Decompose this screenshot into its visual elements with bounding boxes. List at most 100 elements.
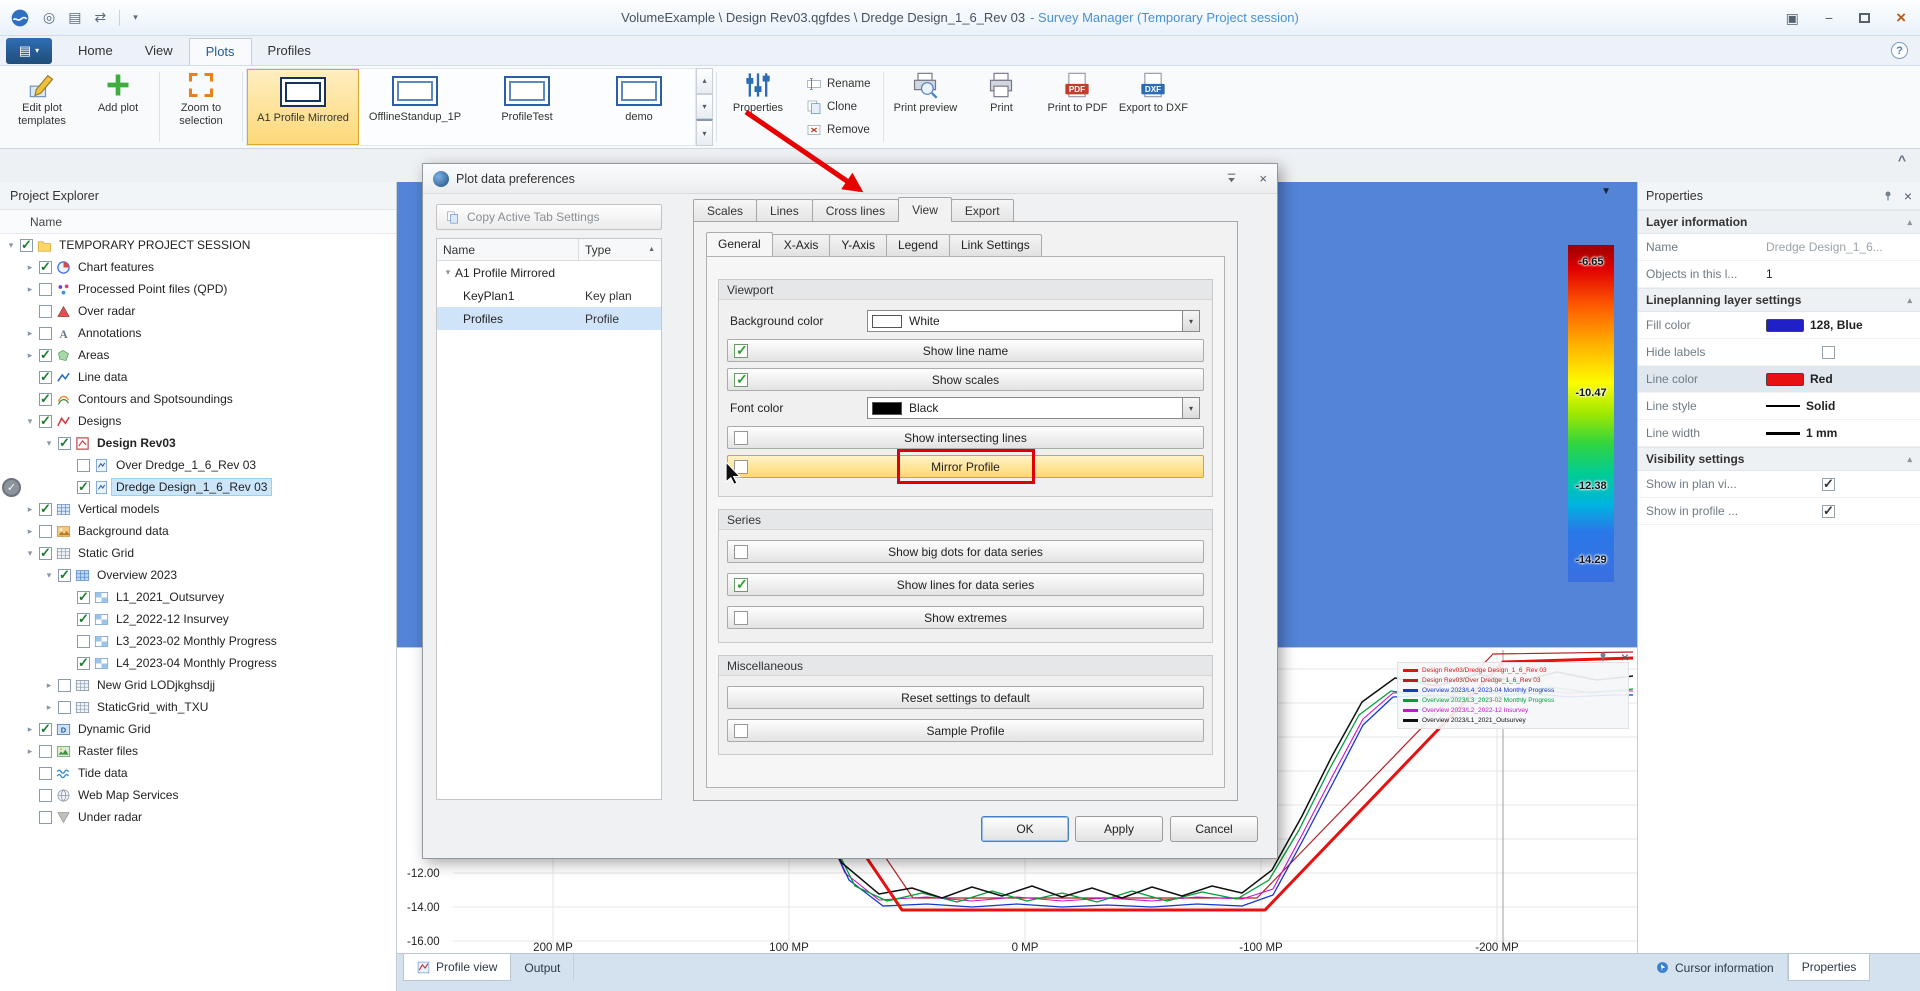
tree-checkbox[interactable] <box>39 503 52 516</box>
tree-item-tide-data[interactable]: Tide data <box>0 762 396 784</box>
swap-view-icon[interactable]: ⇄ <box>94 9 106 26</box>
tab-output[interactable]: Output <box>511 954 574 981</box>
tree-item-new-grid-lodjkghsdjj[interactable]: ▸New Grid LODjkghsdjj <box>0 674 396 696</box>
tree-checkbox[interactable] <box>39 305 52 318</box>
expand-icon[interactable]: ▸ <box>42 680 56 691</box>
tree-checkbox[interactable] <box>77 481 90 494</box>
ribbon-tab-view[interactable]: View <box>129 38 189 65</box>
expand-icon[interactable]: ▸ <box>23 350 37 361</box>
tree-item-l2-2022-12-insurvey[interactable]: L2_2022-12 Insurvey <box>0 608 396 630</box>
dialog-subtab-x-axis[interactable]: X-Axis <box>772 234 831 256</box>
tree-checkbox[interactable] <box>39 283 52 296</box>
tree-checkbox[interactable] <box>77 613 90 626</box>
ribbon-edit-plot-templates-button[interactable]: Edit plot templates <box>4 66 80 148</box>
ribbon-collapse-icon[interactable]: ^ <box>1898 152 1906 168</box>
checkbox-show-extremes[interactable] <box>734 611 748 625</box>
checkbox-show-line-name[interactable] <box>734 344 748 358</box>
dialog-subtab-link-settings[interactable]: Link Settings <box>949 234 1042 256</box>
cancel-button[interactable]: Cancel <box>1170 816 1258 842</box>
window-close-button[interactable]: × <box>1896 8 1906 28</box>
checkbox-show-in-profile[interactable] <box>1822 505 1835 518</box>
tree-checkbox[interactable] <box>39 723 52 736</box>
plot-thumbnail-offlinestandup-1p[interactable]: OfflineStandup_1P <box>359 69 471 145</box>
checkbox-mirror-profile[interactable] <box>734 460 748 474</box>
dock-icon[interactable] <box>1225 172 1238 185</box>
collapse-icon[interactable]: ▾ <box>23 416 37 427</box>
ribbon-clone-button[interactable]: Clone <box>806 99 870 115</box>
property-row-fill-color[interactable]: Fill color128, Blue <box>1638 312 1920 339</box>
dialog-subtab-general[interactable]: General <box>706 232 773 256</box>
tree-checkbox[interactable] <box>77 635 90 648</box>
tree-checkbox[interactable] <box>39 349 52 362</box>
plot-item-row-keyplan1[interactable]: KeyPlan1Key plan <box>437 284 661 307</box>
tree-checkbox[interactable] <box>20 239 33 252</box>
tree-checkbox[interactable] <box>39 261 52 274</box>
tree-checkbox[interactable] <box>39 811 52 824</box>
plot-thumbnail-a1-profile-mirrored[interactable]: A1 Profile Mirrored <box>247 69 359 145</box>
collapse-icon[interactable]: ▾ <box>4 240 18 251</box>
option-show-scales-button[interactable]: Show scales <box>727 368 1204 391</box>
font-color-dropdown[interactable]: Black▾ <box>867 397 1200 419</box>
tree-item-chart-features[interactable]: ▸Chart features <box>0 256 396 278</box>
section-header-visibility-settings[interactable]: Visibility settings▴ <box>1638 447 1920 471</box>
screen-capture-icon[interactable]: ▣ <box>1786 10 1799 27</box>
tree-item-annotations[interactable]: ▸AAnnotations <box>0 322 396 344</box>
tree-item-staticgrid-with-txu[interactable]: ▸StaticGrid_with_TXU <box>0 696 396 718</box>
chevron-down-icon[interactable]: ▾ <box>1182 311 1199 331</box>
tree-checkbox[interactable] <box>39 789 52 802</box>
ok-button[interactable]: OK <box>981 816 1069 842</box>
background-color-dropdown[interactable]: White▾ <box>867 310 1200 332</box>
checkbox-show-intersecting-lines[interactable] <box>734 431 748 445</box>
collapse-icon[interactable]: ▾ <box>23 548 37 559</box>
ribbon-add-plot-button[interactable]: Add plot <box>80 66 156 148</box>
tree-item-vertical-models[interactable]: ▸Vertical models <box>0 498 396 520</box>
tree-item-line-data[interactable]: Line data <box>0 366 396 388</box>
dialog-tab-export[interactable]: Export <box>951 199 1014 222</box>
property-row-show-in-profile[interactable]: Show in profile ... <box>1638 498 1920 525</box>
tree-item-web-map-services[interactable]: Web Map Services <box>0 784 396 806</box>
tree-item-l3-2023-02-monthly-progress[interactable]: L3_2023-02 Monthly Progress <box>0 630 396 652</box>
tree-item-over-dredge-1-6-rev-03[interactable]: Over Dredge_1_6_Rev 03 <box>0 454 396 476</box>
expand-icon[interactable]: ▸ <box>23 262 37 273</box>
expand-icon[interactable]: ▸ <box>42 702 56 713</box>
tree-checkbox[interactable] <box>39 525 52 538</box>
minimize-button[interactable]: − <box>1825 10 1833 26</box>
tree-column-header-name[interactable]: Name <box>0 210 396 234</box>
tree-item-over-radar[interactable]: Over radar <box>0 300 396 322</box>
tree-checkbox[interactable] <box>39 547 52 560</box>
tree-checkbox[interactable] <box>39 767 52 780</box>
property-row-hide-labels[interactable]: Hide labels <box>1638 339 1920 366</box>
property-row-show-in-plan-vi[interactable]: Show in plan vi... <box>1638 471 1920 498</box>
dialog-tab-cross-lines[interactable]: Cross lines <box>812 199 899 222</box>
zoom-tool-icon[interactable]: ◎ <box>43 9 55 26</box>
ribbon-zoom-to-selection-button[interactable]: Zoom to selection <box>163 66 239 148</box>
ribbon-properties-button[interactable]: Properties <box>720 66 796 148</box>
option-mirror-profile-button[interactable]: Mirror Profile <box>727 455 1204 478</box>
gallery-scroll-down-button[interactable]: ▾ <box>696 94 713 120</box>
expand-icon[interactable]: ▸ <box>23 746 37 757</box>
tree-item-static-grid[interactable]: ▾Static Grid <box>0 542 396 564</box>
tree-item-temporary-project-session[interactable]: ▾TEMPORARY PROJECT SESSION <box>0 234 396 256</box>
option-show-intersecting-lines-button[interactable]: Show intersecting lines <box>727 426 1204 449</box>
pin-icon[interactable] <box>1882 190 1894 202</box>
tree-item-processed-point-files-qpd[interactable]: ▸Processed Point files (QPD) <box>0 278 396 300</box>
tab-properties[interactable]: Properties <box>1788 954 1871 981</box>
tree-item-dynamic-grid[interactable]: ▸DDynamic Grid <box>0 718 396 740</box>
ribbon-print-preview-button[interactable]: Print preview <box>887 66 963 148</box>
ribbon-print-to-pdf-button[interactable]: PDFPrint to PDF <box>1039 66 1115 148</box>
ribbon-tab-home[interactable]: Home <box>62 38 129 65</box>
option-sample-profile-button[interactable]: Sample Profile <box>727 719 1204 742</box>
chevron-down-icon[interactable]: ▾ <box>1182 398 1199 418</box>
ribbon-tab-plots[interactable]: Plots <box>189 38 252 65</box>
tree-checkbox[interactable] <box>77 657 90 670</box>
collapse-icon[interactable]: ▾ <box>42 438 56 449</box>
tree-item-l1-2021-outsurvey[interactable]: L1_2021_Outsurvey <box>0 586 396 608</box>
property-row-line-width[interactable]: Line width1 mm <box>1638 420 1920 447</box>
ribbon-tab-profiles[interactable]: Profiles <box>252 38 327 65</box>
dialog-titlebar[interactable]: Plot data preferences × <box>423 164 1277 194</box>
dialog-close-button[interactable]: × <box>1259 171 1267 186</box>
tab-profile-view[interactable]: Profile view <box>403 954 511 981</box>
tree-checkbox[interactable] <box>58 437 71 450</box>
option-reset-settings-to-default-button[interactable]: Reset settings to default <box>727 686 1204 709</box>
dialog-tab-scales[interactable]: Scales <box>693 199 757 222</box>
